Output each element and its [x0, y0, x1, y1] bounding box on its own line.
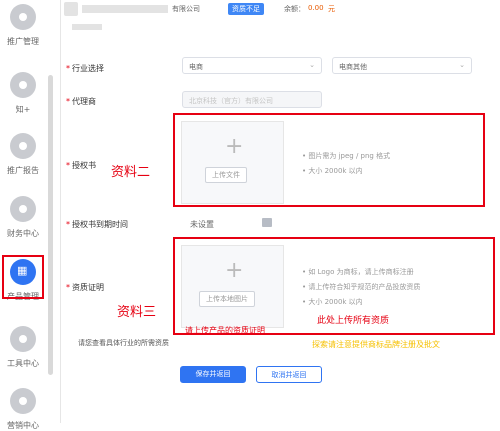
status-badge: 资质不足: [228, 3, 264, 15]
license-expiry-value: 未设置: [190, 220, 214, 229]
save-and-return-button[interactable]: 保存并返回: [180, 366, 246, 383]
balance-label: 余额：: [284, 5, 305, 13]
sidebar-item-label: 推广管理: [7, 37, 39, 46]
chevron-down-icon: ⌄: [309, 61, 315, 69]
annotation-box-qualification: [173, 237, 495, 335]
top-header: 有限公司 资质不足 余额： 0.00 元: [60, 0, 500, 30]
license-expiry-label: * 授权书到期时间: [66, 220, 128, 229]
sidebar-item-marketing[interactable]: 营销中心: [0, 388, 46, 431]
balance-value: 0.00: [308, 4, 324, 12]
sidebar-item-zhiplus[interactable]: 知+: [0, 72, 46, 115]
sidebar-item-finance[interactable]: 财务中心: [0, 196, 46, 239]
logo-placeholder: [64, 2, 78, 16]
sidebar: 推广管理 知+ 推广报告 财务中心 产品管理 工具中心 营销中心: [0, 0, 61, 430]
company-suffix: 有限公司: [172, 5, 200, 13]
qualification-label: * 资质证明: [66, 283, 104, 292]
annotation-note-yellow: 探索请注意提供商标品牌注册及批文: [312, 340, 440, 349]
industry-label: * 行业选择: [66, 64, 104, 73]
sidebar-item-label: 推广报告: [7, 166, 39, 175]
report-icon: [10, 133, 36, 159]
agent-select[interactable]: 北京科技（官方）有限公司: [182, 91, 322, 108]
plus-circle-icon: [10, 72, 36, 98]
industry-primary-select[interactable]: 电商 ⌄: [182, 57, 322, 74]
annotation-highlight-box: [2, 255, 44, 299]
cancel-and-return-button[interactable]: 取消并返回: [256, 366, 322, 383]
sidebar-item-label: 知+: [15, 105, 31, 114]
sidebar-item-tools[interactable]: 工具中心: [0, 326, 46, 369]
annotation-material-three: 资料三: [117, 305, 157, 320]
sidebar-item-report[interactable]: 推广报告: [0, 133, 46, 176]
sidebar-item-label: 工具中心: [7, 359, 39, 368]
blurred-company-name: [82, 5, 168, 13]
megaphone-icon: [10, 388, 36, 414]
license-label: * 授权书: [66, 161, 96, 170]
industry-requirements-link[interactable]: 请您查看具体行业的所需资质: [78, 338, 169, 348]
industry-secondary-select[interactable]: 电商其他 ⌄: [332, 57, 472, 74]
sidebar-scrollbar[interactable]: [48, 75, 53, 375]
blurred-subtitle: [72, 24, 102, 30]
sidebar-item-label: 营销中心: [7, 421, 39, 430]
agent-label: * 代理商: [66, 97, 96, 106]
tool-icon: [10, 326, 36, 352]
chevron-down-icon: ⌄: [459, 61, 465, 69]
speedometer-icon: [10, 4, 36, 30]
balance-unit: 元: [328, 5, 335, 13]
annotation-box-license: [173, 113, 485, 207]
calendar-icon[interactable]: [262, 218, 272, 227]
sidebar-item-label: 财务中心: [7, 229, 39, 238]
sidebar-item-promotion[interactable]: 推广管理: [0, 4, 46, 47]
annotation-material-two: 资料二: [111, 165, 151, 180]
wallet-icon: [10, 196, 36, 222]
